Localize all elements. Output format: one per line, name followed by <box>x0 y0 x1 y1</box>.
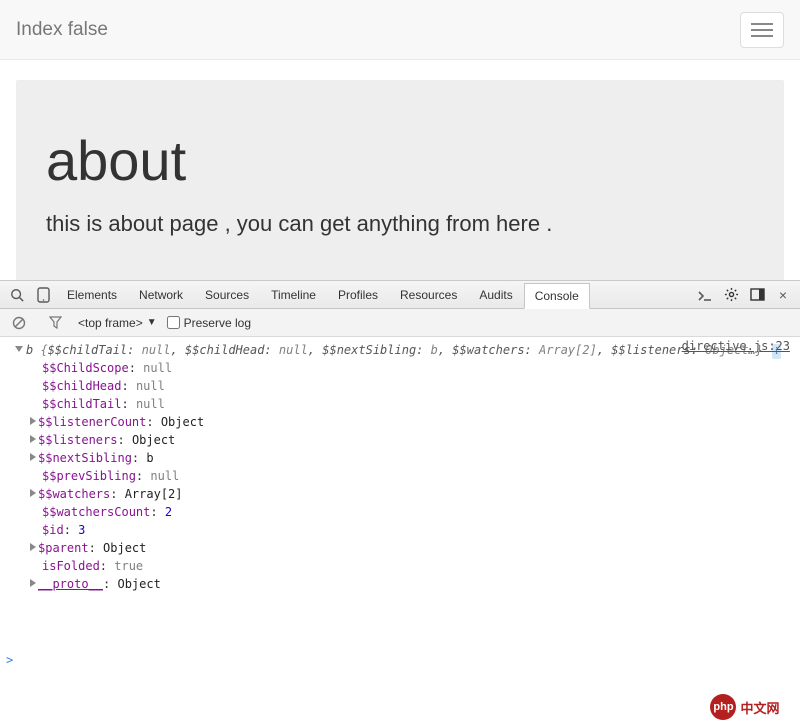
preserve-log-input[interactable] <box>167 316 180 329</box>
watermark-logo: php <box>710 694 736 720</box>
filter-icon[interactable] <box>42 310 68 336</box>
page-body: about this is about page , you can get a… <box>0 60 800 305</box>
object-summary-row[interactable]: b {$$childTail: null, $$childHead: null,… <box>6 341 794 359</box>
preserve-log-checkbox[interactable]: Preserve log <box>167 316 251 330</box>
devtools-tab-profiles[interactable]: Profiles <box>327 282 389 308</box>
object-property: $$prevSibling: null <box>42 467 794 485</box>
drawer-toggle-icon[interactable] <box>692 282 718 308</box>
expand-triangle-icon[interactable] <box>15 346 23 352</box>
object-property[interactable]: $$watchers: Array[2] <box>42 485 794 503</box>
devtools-tab-elements[interactable]: Elements <box>56 282 128 308</box>
object-property: isFolded: true <box>42 557 794 575</box>
device-toggle-icon[interactable] <box>30 282 56 308</box>
close-devtools-icon[interactable]: × <box>770 282 796 308</box>
expand-triangle-icon[interactable] <box>30 435 36 443</box>
object-properties-list: $$ChildScope: null$$childHead: null$$chi… <box>42 359 794 593</box>
object-property[interactable]: $parent: Object <box>42 539 794 557</box>
expand-triangle-icon[interactable] <box>30 417 36 425</box>
object-property: $$childHead: null <box>42 377 794 395</box>
console-output: b {$$childTail: null, $$childHead: null,… <box>0 337 800 599</box>
console-toolbar: <top frame> ▼ Preserve log <box>0 309 800 337</box>
page-subtitle: this is about page , you can get anythin… <box>46 211 754 237</box>
expand-triangle-icon[interactable] <box>30 543 36 551</box>
devtools-tabbar: ElementsNetworkSourcesTimelineProfilesRe… <box>0 281 800 309</box>
expand-triangle-icon[interactable] <box>30 579 36 587</box>
devtools-tab-timeline[interactable]: Timeline <box>260 282 327 308</box>
devtools-tab-sources[interactable]: Sources <box>194 282 260 308</box>
devtools-tab-network[interactable]: Network <box>128 282 194 308</box>
devtools-tab-console[interactable]: Console <box>524 283 590 309</box>
frame-selector-label: <top frame> <box>78 316 143 330</box>
search-icon[interactable] <box>4 282 30 308</box>
object-property: $id: 3 <box>42 521 794 539</box>
object-property[interactable]: $$nextSibling: b <box>42 449 794 467</box>
devtools-tab-audits[interactable]: Audits <box>468 282 523 308</box>
hamburger-menu-button[interactable] <box>740 12 784 48</box>
page-title: about <box>46 128 754 193</box>
devtools-panel: ElementsNetworkSourcesTimelineProfilesRe… <box>0 280 800 727</box>
app-brand[interactable]: Index false <box>16 19 108 41</box>
object-property[interactable]: $$listenerCount: Object <box>42 413 794 431</box>
navbar: Index false <box>0 0 800 60</box>
object-property: $$ChildScope: null <box>42 359 794 377</box>
chevron-down-icon: ▼ <box>147 317 157 328</box>
watermark-text: 中文网 <box>740 698 779 717</box>
object-property[interactable]: __proto__: Object <box>42 575 794 593</box>
dock-icon[interactable] <box>744 282 770 308</box>
frame-selector[interactable]: <top frame> ▼ <box>78 316 157 330</box>
console-prompt[interactable]: > <box>6 653 13 667</box>
expand-triangle-icon[interactable] <box>30 453 36 461</box>
object-property: $$childTail: null <box>42 395 794 413</box>
object-property[interactable]: $$listeners: Object <box>42 431 794 449</box>
settings-gear-icon[interactable] <box>718 282 744 308</box>
watermark: php 中文网 <box>690 687 800 727</box>
object-property: $$watchersCount: 2 <box>42 503 794 521</box>
clear-console-icon[interactable] <box>6 310 32 336</box>
devtools-tab-resources[interactable]: Resources <box>389 282 468 308</box>
expand-triangle-icon[interactable] <box>30 489 36 497</box>
jumbotron: about this is about page , you can get a… <box>16 80 784 285</box>
source-link[interactable]: directive.js:23 <box>682 339 790 353</box>
preserve-log-label: Preserve log <box>184 316 251 330</box>
